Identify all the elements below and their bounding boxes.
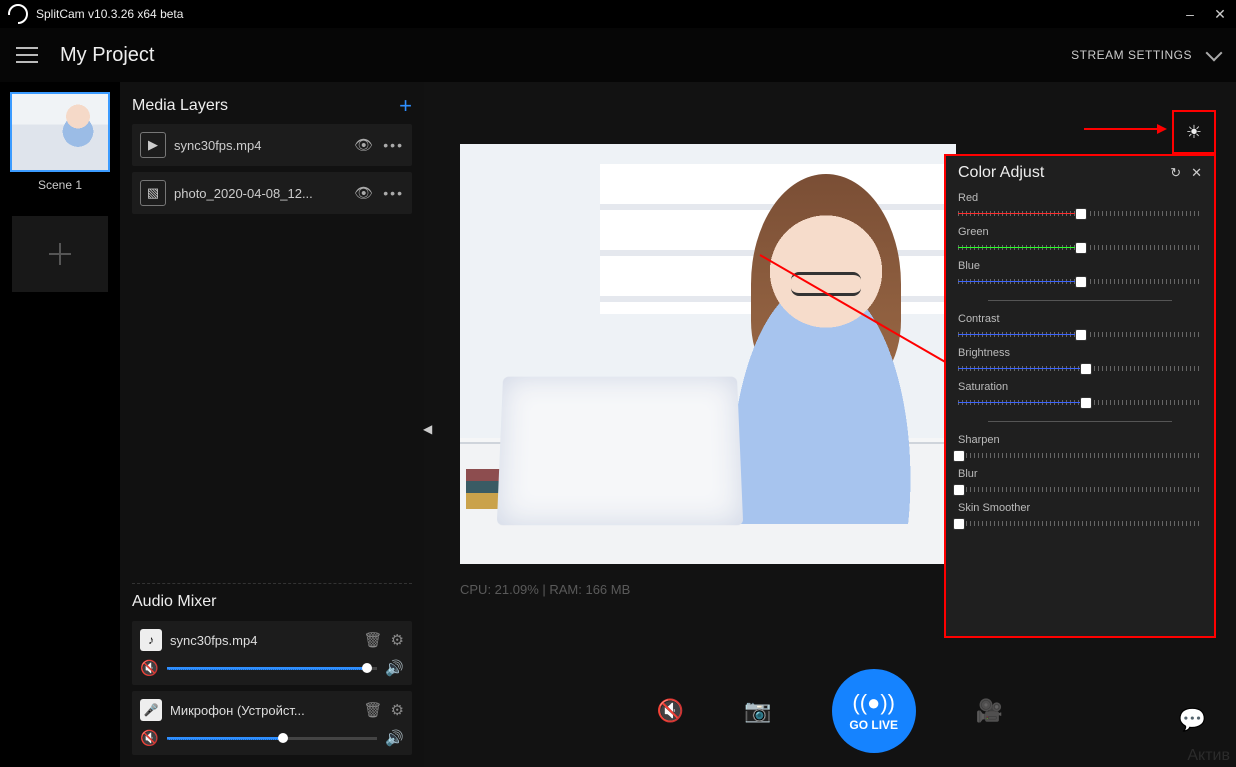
snapshot-icon[interactable]: 📷 xyxy=(744,698,771,724)
delete-icon[interactable]: 🗑 xyxy=(364,631,383,649)
mute-all-icon[interactable]: 🔇 xyxy=(657,698,684,724)
go-live-label: GO LIVE xyxy=(849,718,898,732)
app-logo-icon xyxy=(8,4,28,24)
image-file-icon: ▧ xyxy=(140,180,166,206)
slider-label: Blur xyxy=(958,468,1202,480)
visibility-toggle-icon[interactable]: 👁 xyxy=(354,136,373,154)
media-layers-title: Media Layers xyxy=(132,97,228,115)
divider xyxy=(988,421,1172,422)
audio-mixer-title: Audio Mixer xyxy=(132,593,412,611)
menu-icon[interactable] xyxy=(16,47,38,63)
stream-settings-button[interactable]: STREAM SETTINGS xyxy=(1071,48,1220,62)
layer-item-1[interactable]: ▶ sync30fps.mp4 👁 ••• xyxy=(132,124,412,166)
slider-contrast[interactable]: Contrast xyxy=(958,313,1202,341)
slider-label: Red xyxy=(958,192,1202,204)
annotation-arrow xyxy=(1084,128,1164,130)
system-stats: CPU: 21.09% | RAM: 166 MB xyxy=(460,582,630,597)
gear-icon[interactable]: ⚙ xyxy=(391,631,404,649)
slider-blue[interactable]: Blue xyxy=(958,260,1202,288)
broadcast-icon: ((●)) xyxy=(852,690,895,716)
collapse-panel-icon[interactable]: ◀ xyxy=(423,422,432,436)
os-watermark: Актив xyxy=(1187,747,1230,765)
scenes-panel: Scene 1 xyxy=(0,82,120,767)
close-button[interactable]: ✕ xyxy=(1212,6,1228,22)
visibility-toggle-icon[interactable]: 👁 xyxy=(354,184,373,202)
slider-blur[interactable]: Blur xyxy=(958,468,1202,496)
camera-icon[interactable]: 🎥 xyxy=(976,698,1003,724)
video-file-icon: ▶ xyxy=(140,132,166,158)
scene-label-1: Scene 1 xyxy=(38,178,82,192)
chevron-down-icon xyxy=(1206,45,1223,62)
slider-label: Skin Smoother xyxy=(958,502,1202,514)
mixer-item-1: ♪ sync30fps.mp4 🗑 ⚙ 🔇 🔊 xyxy=(132,621,412,685)
add-scene-button[interactable] xyxy=(12,216,108,292)
mixer-item-2: 🎤 Микрофон (Устройст... 🗑 ⚙ 🔇 🔊 xyxy=(132,691,412,755)
slider-label: Contrast xyxy=(958,313,1202,325)
scene-thumbnail-1[interactable] xyxy=(10,92,110,172)
header: My Project STREAM SETTINGS xyxy=(0,28,1236,82)
slider-green[interactable]: Green xyxy=(958,226,1202,254)
go-live-button[interactable]: ((●)) GO LIVE xyxy=(832,669,916,753)
color-adjust-panel: Color Adjust ↻ ✕ Red Green Blue Contrast Br… xyxy=(944,154,1216,638)
divider xyxy=(988,300,1172,301)
volume-slider[interactable] xyxy=(167,667,378,670)
speaker-icon[interactable]: 🔊 xyxy=(385,659,404,677)
layer-menu-icon[interactable]: ••• xyxy=(383,137,404,153)
slider-label: Sharpen xyxy=(958,434,1202,446)
project-name[interactable]: My Project xyxy=(60,44,154,67)
layer-name: photo_2020-04-08_12... xyxy=(174,186,348,201)
close-icon[interactable]: ✕ xyxy=(1191,165,1202,181)
slider-smoother[interactable]: Skin Smoother xyxy=(958,502,1202,530)
slider-label: Blue xyxy=(958,260,1202,272)
color-adjust-button[interactable]: ☀ xyxy=(1172,110,1216,154)
mute-icon[interactable]: 🔇 xyxy=(140,659,159,677)
speaker-icon[interactable]: 🔊 xyxy=(385,729,404,747)
add-layer-button[interactable]: + xyxy=(399,93,412,119)
titlebar: SplitCam v10.3.26 x64 beta – ✕ xyxy=(0,0,1236,28)
side-panel: Media Layers + ▶ sync30fps.mp4 👁 ••• ▧ p… xyxy=(120,82,424,767)
layer-item-2[interactable]: ▧ photo_2020-04-08_12... 👁 ••• xyxy=(132,172,412,214)
layer-name: sync30fps.mp4 xyxy=(174,138,348,153)
slider-saturation[interactable]: Saturation xyxy=(958,381,1202,409)
slider-label: Green xyxy=(958,226,1202,238)
layer-menu-icon[interactable]: ••• xyxy=(383,185,404,201)
delete-icon[interactable]: 🗑 xyxy=(364,701,383,719)
minimize-button[interactable]: – xyxy=(1182,6,1198,22)
mixer-source-name: sync30fps.mp4 xyxy=(170,633,356,648)
volume-slider[interactable] xyxy=(167,737,378,740)
chat-icon[interactable]: 💬 xyxy=(1179,707,1206,733)
mute-icon[interactable]: 🔇 xyxy=(140,729,159,747)
gear-icon[interactable]: ⚙ xyxy=(391,701,404,719)
action-bar: 🔇 📷 ((●)) GO LIVE 🎥 xyxy=(424,669,1236,753)
app-title: SplitCam v10.3.26 x64 beta xyxy=(36,7,183,21)
microphone-icon: 🎤 xyxy=(140,699,162,721)
slider-label: Brightness xyxy=(958,347,1202,359)
reset-icon[interactable]: ↻ xyxy=(1170,165,1181,181)
slider-red[interactable]: Red xyxy=(958,192,1202,220)
audio-mixer: Audio Mixer ♪ sync30fps.mp4 🗑 ⚙ 🔇 xyxy=(132,593,412,761)
brightness-icon: ☀ xyxy=(1186,122,1202,143)
canvas-area: ◀ ☀ CPU: 21.09% | RAM: 166 MB xyxy=(424,82,1236,767)
preview-window[interactable] xyxy=(460,144,956,564)
color-adjust-title: Color Adjust xyxy=(958,164,1160,182)
slider-label: Saturation xyxy=(958,381,1202,393)
plus-icon xyxy=(49,243,71,265)
slider-brightness[interactable]: Brightness xyxy=(958,347,1202,375)
audio-source-icon: ♪ xyxy=(140,629,162,651)
slider-sharpen[interactable]: Sharpen xyxy=(958,434,1202,462)
stream-settings-label: STREAM SETTINGS xyxy=(1071,48,1192,62)
mixer-source-name: Микрофон (Устройст... xyxy=(170,703,356,718)
